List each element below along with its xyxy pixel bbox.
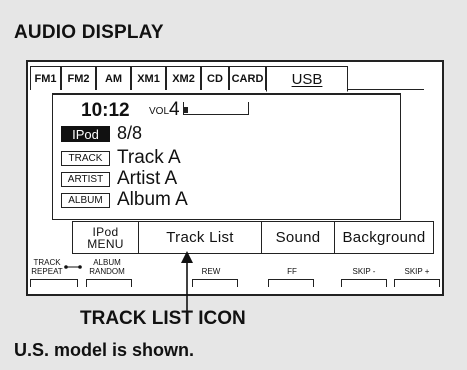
- album-random-label: ALBUM RANDOM: [89, 258, 125, 276]
- track-list-button[interactable]: Track List: [139, 222, 262, 253]
- tab-usb[interactable]: USB: [266, 66, 348, 92]
- tab-fm2[interactable]: FM2: [61, 66, 96, 90]
- ipod-menu-line1: IPod: [92, 224, 119, 239]
- album-value: Album A: [117, 189, 188, 210]
- track-repeat-label: TRACK REPEAT: [31, 258, 63, 276]
- audio-display-unit: FM1 FM2 AM XM1 XM2 CD CARD USB 10:12 VOL…: [26, 60, 444, 315]
- source-tab-bar: FM1 FM2 AM XM1 XM2 CD CARD USB: [30, 66, 424, 92]
- ipod-menu-line2: MENU: [87, 236, 124, 251]
- tab-xm2[interactable]: XM2: [166, 66, 201, 90]
- volume-bar-fill: [184, 107, 188, 113]
- double-arrow-icon: [64, 265, 82, 269]
- album-random-button[interactable]: [86, 279, 132, 287]
- skip-plus-button[interactable]: [394, 279, 440, 287]
- tab-xm1[interactable]: XM1: [131, 66, 166, 90]
- ipod-menu-button[interactable]: IPod MENU: [73, 222, 139, 253]
- track-repeat-button[interactable]: [30, 279, 78, 287]
- volume-bar: [183, 102, 249, 115]
- tab-card[interactable]: CARD: [229, 66, 266, 90]
- album-tag: ALBUM: [61, 193, 110, 208]
- skip-minus-button[interactable]: [341, 279, 387, 287]
- soft-key-bar: IPod MENU Track List Sound Background: [72, 221, 434, 254]
- rew-label: REW: [201, 267, 221, 276]
- volume-label: VOL: [149, 106, 170, 117]
- page-heading: AUDIO DISPLAY: [14, 22, 164, 43]
- tab-am[interactable]: AM: [96, 66, 131, 90]
- skip-plus-label: SKIP +: [404, 267, 430, 276]
- rew-button[interactable]: [192, 279, 238, 287]
- skip-minus-label: SKIP -: [352, 267, 376, 276]
- background-button[interactable]: Background: [335, 222, 433, 253]
- artist-value: Artist A: [117, 168, 178, 189]
- track-tag: TRACK: [61, 151, 110, 166]
- artist-tag: ARTIST: [61, 172, 110, 187]
- volume-value: 4: [169, 99, 180, 120]
- model-footnote: U.S. model is shown.: [14, 340, 195, 360]
- tab-cd[interactable]: CD: [201, 66, 229, 90]
- sound-button[interactable]: Sound: [262, 222, 335, 253]
- tab-fm1[interactable]: FM1: [30, 66, 61, 90]
- track-list-icon-caption: TRACK LIST ICON: [80, 308, 246, 329]
- ipod-source-badge: IPod: [61, 126, 110, 142]
- ff-label: FF: [287, 267, 297, 276]
- ff-button[interactable]: [268, 279, 314, 287]
- track-value: Track A: [117, 147, 181, 168]
- clock-time: 10:12: [81, 100, 130, 121]
- main-screen: 10:12 VOL 4 IPod 8/8 TRACK Track A ARTIS…: [51, 93, 401, 220]
- track-count: 8/8: [117, 123, 143, 143]
